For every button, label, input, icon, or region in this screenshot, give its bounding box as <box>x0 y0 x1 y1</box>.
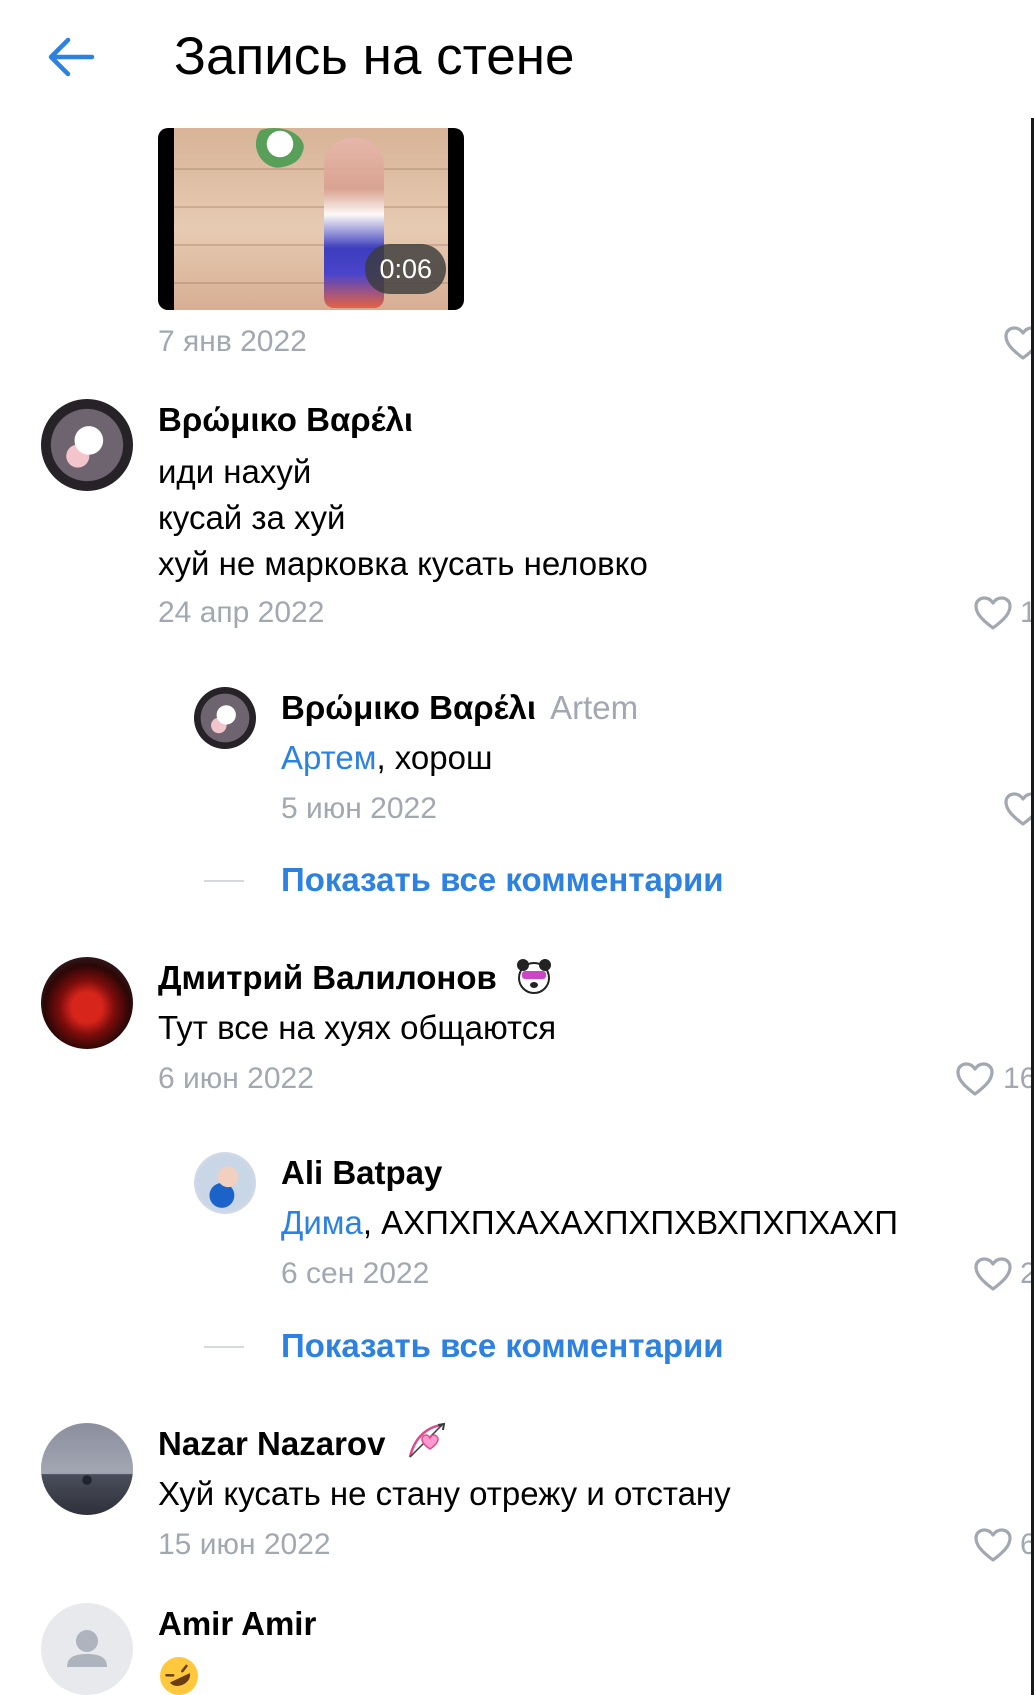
avatar[interactable] <box>194 687 256 749</box>
heart-outline-icon <box>974 596 1012 630</box>
post-like-button[interactable] <box>1003 325 1034 361</box>
comment-text-line: иди нахуй <box>158 453 312 490</box>
panda-sticker-badge-icon[interactable] <box>514 956 554 996</box>
show-all-comments-link[interactable]: Показать все комментарии <box>281 860 724 900</box>
comment-text-line: хуй не марковка кусать неловко <box>158 545 648 582</box>
comment-text: Хуй кусать не стану отрежу и отстану <box>158 1475 731 1512</box>
heart-outline-icon <box>1004 326 1034 360</box>
comment-like-button[interactable] <box>973 595 1013 631</box>
reply-author[interactable]: Ali Batpay <box>281 1153 442 1193</box>
heart-outline-icon <box>974 1528 1012 1562</box>
avatar[interactable] <box>41 399 133 491</box>
reply-author[interactable]: Βρώμικο Βαρέλι Artem <box>281 688 638 728</box>
mention-link[interactable]: Артем <box>281 739 376 776</box>
reply-to-name: Artem <box>550 689 639 726</box>
thread-divider <box>204 1346 244 1348</box>
top-app-bar: Запись на стене <box>0 0 1034 118</box>
comment-date: 6 июн 2022 <box>158 1062 314 1095</box>
comment-author[interactable]: Βρώμικο Βαρέλι <box>158 400 413 440</box>
reply-text: Дима, АХПХПХАХАХПХПХВХПХПХАХП <box>281 1204 898 1241</box>
avatar-placeholder[interactable] <box>41 1603 133 1695</box>
like-count: 16 <box>1003 1062 1034 1095</box>
comment-like-button[interactable] <box>973 1527 1013 1563</box>
comment-text-line: кусай за хуй <box>158 499 346 536</box>
arrow-left-icon <box>48 37 95 77</box>
reply-date: 5 июн 2022 <box>281 792 437 825</box>
wall-post-screen: Запись на стене 0:06 7 янв 2022 Βρώμικο … <box>0 0 1034 1695</box>
bow-heart-badge-icon[interactable] <box>404 1421 446 1461</box>
reply-text: Артем, хорош <box>281 739 493 776</box>
video-thumbnail[interactable]: 0:06 <box>158 128 464 310</box>
comment-like-button[interactable] <box>955 1061 995 1097</box>
heart-outline-icon <box>956 1062 994 1096</box>
comment-date: 24 апр 2022 <box>158 596 325 629</box>
comment-date: 15 июн 2022 <box>158 1528 331 1561</box>
rofl-emoji-icon <box>158 1655 200 1695</box>
heart-outline-icon <box>1004 792 1034 826</box>
comment-author[interactable]: Amir Amir <box>158 1604 316 1644</box>
show-all-comments-link[interactable]: Показать все комментарии <box>281 1326 724 1366</box>
thread-divider <box>204 880 244 882</box>
page-title: Запись на стене <box>174 27 575 86</box>
back-button[interactable] <box>40 28 100 88</box>
heart-outline-icon <box>974 1257 1012 1291</box>
avatar[interactable] <box>194 1152 256 1214</box>
user-icon <box>67 1630 107 1667</box>
comment-author[interactable]: Дмитрий Валилонов <box>158 958 497 998</box>
avatar[interactable] <box>41 957 133 1049</box>
video-duration-badge: 0:06 <box>365 244 446 294</box>
reply-like-button[interactable] <box>973 1256 1013 1292</box>
avatar[interactable] <box>41 1423 133 1515</box>
mention-link[interactable]: Дима <box>281 1204 363 1241</box>
reply-date: 6 сен 2022 <box>281 1257 430 1290</box>
post-date: 7 янв 2022 <box>158 325 307 358</box>
comment-author[interactable]: Nazar Nazarov <box>158 1424 385 1464</box>
comment-text: Тут все на хуях общаются <box>158 1009 557 1046</box>
reply-like-button[interactable] <box>1003 791 1034 827</box>
